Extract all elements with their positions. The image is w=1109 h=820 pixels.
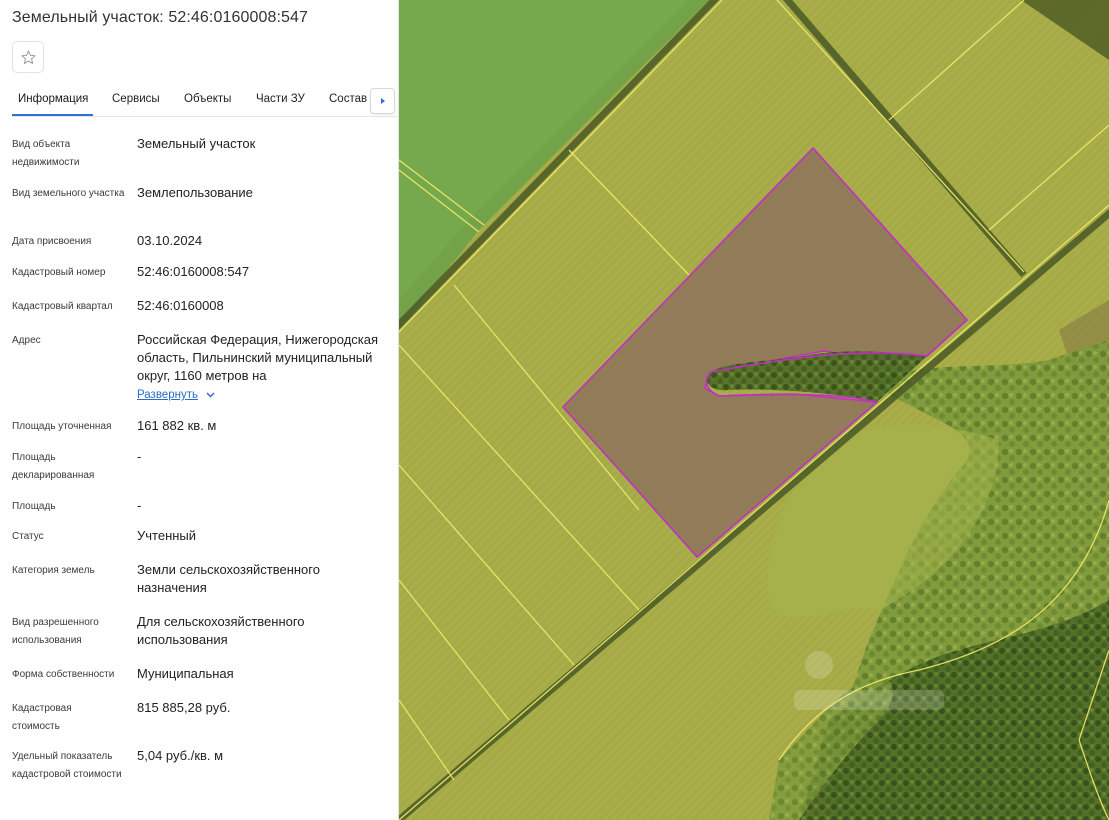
field-label-ownership: Форма собственности	[12, 669, 115, 680]
field-label-cadastral-value: Кадастровая стоимость	[12, 703, 72, 732]
tab-services[interactable]: Сервисы	[112, 93, 160, 105]
field-label-parcel-type: Вид земельного участка	[12, 188, 125, 199]
field-label-area-specified: Площадь уточненная	[12, 421, 112, 432]
field-label-status: Статус	[12, 531, 44, 542]
field-label-area-declared: Площадь декларированная	[12, 452, 95, 481]
field-label-permitted-use: Вид разрешенного использования	[12, 617, 99, 646]
active-tab-indicator	[12, 114, 93, 116]
field-value-assigned-date: 03.10.2024	[137, 233, 203, 248]
satellite-map[interactable]	[399, 0, 1109, 820]
field-label-assigned-date: Дата присвоения	[12, 236, 92, 247]
field-value-object-type: Земельный участок	[137, 136, 256, 151]
field-value-ownership: Муниципальная	[137, 666, 234, 681]
field-label-area: Площадь	[12, 501, 56, 512]
tab-parts[interactable]: Части ЗУ	[256, 93, 305, 105]
field-label-specific-value: Удельный показатель кадастровой стоимост…	[12, 751, 122, 780]
tab-objects[interactable]: Объекты	[184, 93, 231, 105]
field-value-land-category: Земли сельскохозяйственного назначения	[137, 562, 320, 595]
page-title: Земельный участок: 52:46:0160008:547	[12, 9, 309, 26]
address-expand-link[interactable]: Развернуть	[137, 389, 215, 401]
field-value-parcel-type: Землепользование	[137, 185, 253, 200]
field-value-cadastral-block: 52:46:0160008	[137, 298, 224, 313]
info-panel: Земельный участок: 52:46:0160008:547 Инф…	[0, 0, 399, 820]
field-label-cadastral-number: Кадастровый номер	[12, 267, 106, 278]
field-label-land-category: Категория земель	[12, 565, 95, 576]
chevron-down-icon	[206, 392, 215, 398]
favorite-button[interactable]	[12, 41, 44, 73]
field-label-object-type: Вид объекта недвижимости	[12, 139, 80, 168]
field-value-status: Учтенный	[137, 528, 197, 543]
tabs-next-button[interactable]	[370, 88, 395, 114]
field-value-cadastral-value: 815 885,28 руб.	[137, 700, 231, 715]
field-label-address: Адрес	[12, 335, 41, 346]
field-value-address: Российская Федерация, Нижегородская обла…	[137, 332, 379, 383]
field-value-permitted-use: Для сельскохозяйственного использования	[137, 614, 305, 647]
field-value-area: -	[137, 498, 142, 513]
address-expand-label: Развернуть	[137, 389, 198, 401]
caret-right-icon	[380, 98, 385, 104]
field-value-specific-value: 5,04 руб./кв. м	[137, 748, 224, 763]
star-outline-icon	[20, 49, 36, 64]
field-label-cadastral-block: Кадастровый квартал	[12, 301, 113, 312]
tab-info[interactable]: Информация	[18, 93, 88, 105]
field-value-cadastral-number: 52:46:0160008:547	[137, 264, 250, 279]
field-value-area-declared: -	[137, 449, 142, 464]
tab-bar: Информация Сервисы Объекты Части ЗУ Сост…	[12, 86, 398, 117]
field-value-area-specified: 161 882 кв. м	[137, 418, 217, 433]
map-view[interactable]	[399, 0, 1109, 820]
tab-composition[interactable]: Состав	[329, 93, 367, 105]
